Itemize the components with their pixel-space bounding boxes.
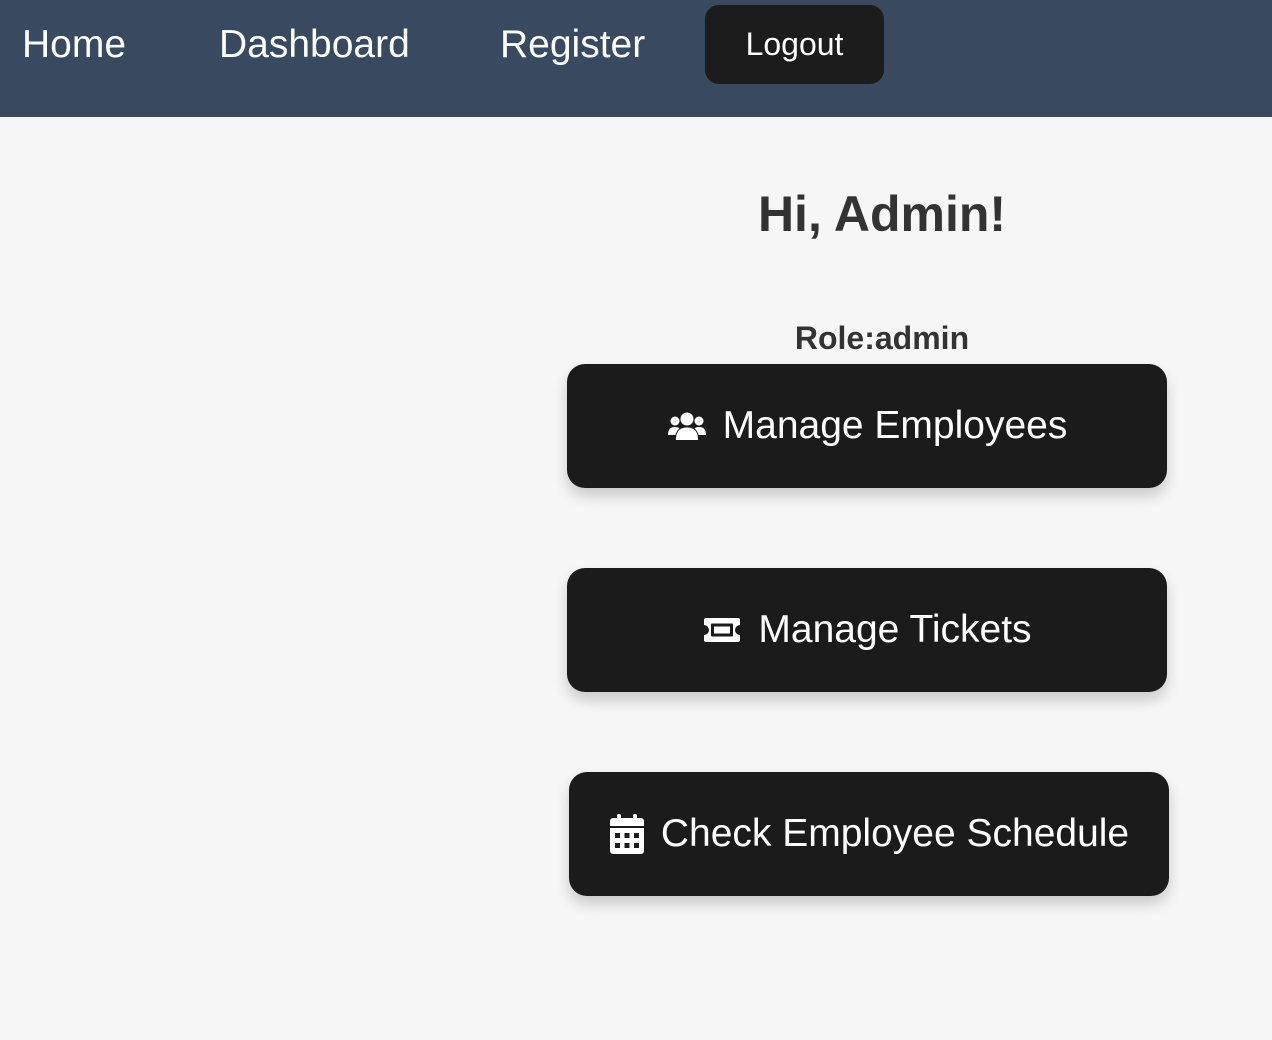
users-icon bbox=[667, 411, 707, 441]
check-schedule-label: Check Employee Schedule bbox=[660, 812, 1130, 855]
user-role-label: Role:admin bbox=[794, 320, 970, 356]
manage-employees-label: Manage Employees bbox=[722, 404, 1068, 447]
nav-link-register[interactable]: Register bbox=[500, 22, 645, 68]
calendar-icon bbox=[609, 814, 645, 854]
manage-tickets-button[interactable]: Manage Tickets bbox=[567, 568, 1167, 692]
greeting-heading: Hi, Admin! bbox=[757, 186, 1007, 242]
nav-link-home[interactable]: Home bbox=[22, 22, 126, 68]
manage-employees-button[interactable]: Manage Employees bbox=[567, 364, 1167, 488]
top-navbar: Home Dashboard Register Logout bbox=[0, 0, 1272, 117]
check-schedule-button[interactable]: Check Employee Schedule bbox=[569, 772, 1169, 896]
manage-tickets-label: Manage Tickets bbox=[758, 608, 1032, 651]
logout-button[interactable]: Logout bbox=[705, 5, 884, 84]
nav-link-dashboard[interactable]: Dashboard bbox=[219, 22, 410, 68]
ticket-icon bbox=[702, 616, 742, 644]
